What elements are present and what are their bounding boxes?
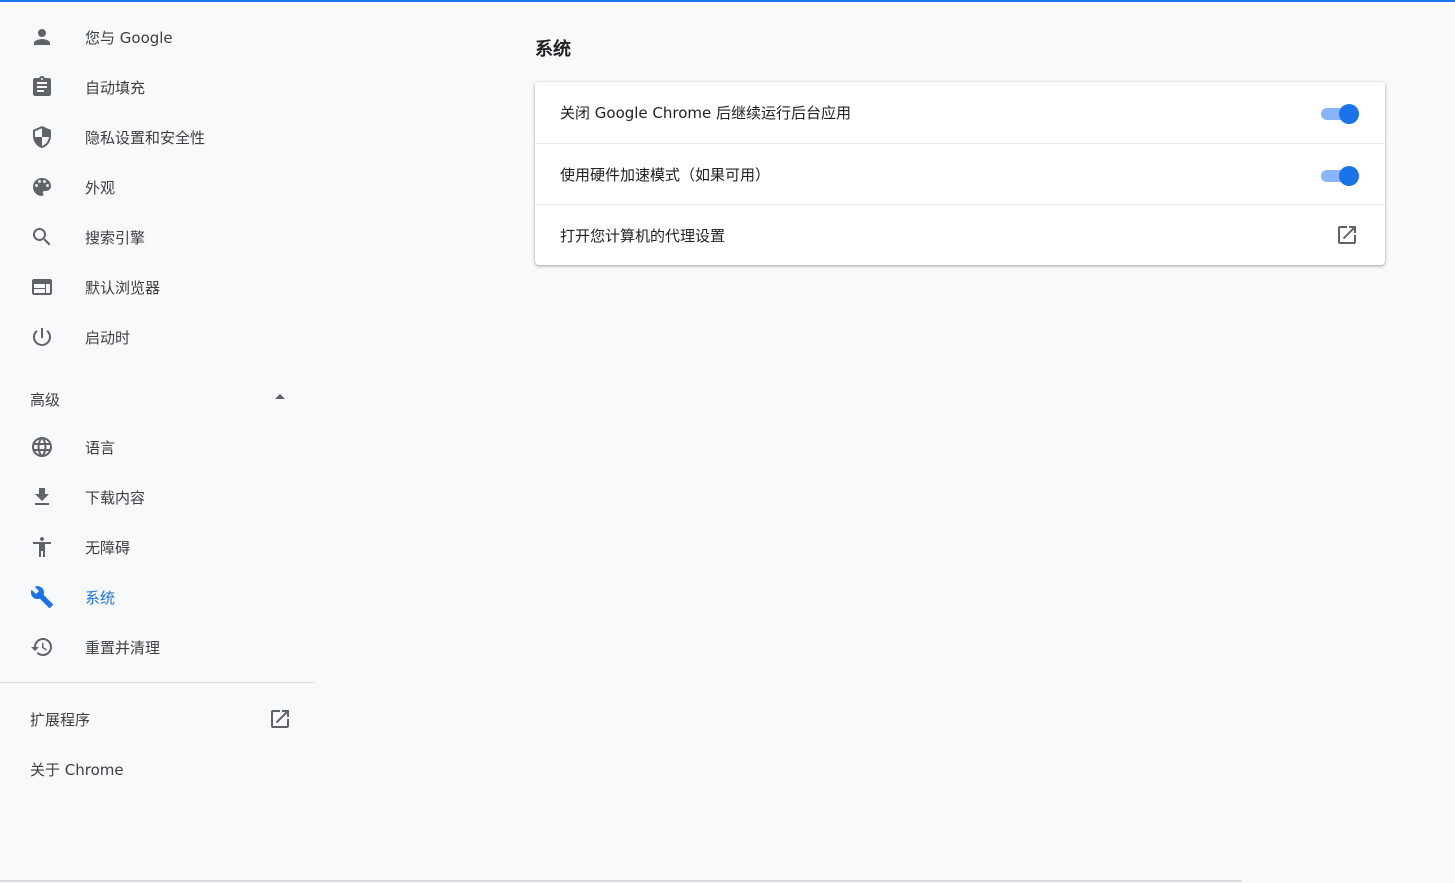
settings-sidebar: 您与 Google 自动填充 隐私设置和安全性 外观 搜索引擎 默认浏览器 启动… bbox=[0, 12, 314, 794]
browser-icon bbox=[30, 275, 54, 299]
palette-icon bbox=[30, 175, 54, 199]
setting-row-proxy-settings[interactable]: 打开您计算机的代理设置 bbox=[535, 204, 1385, 265]
sidebar-item-label: 启动时 bbox=[85, 328, 131, 347]
sidebar-item-search-engine[interactable]: 搜索引擎 bbox=[0, 212, 314, 262]
hardware-acceleration-toggle[interactable] bbox=[1321, 165, 1359, 186]
sidebar-item-label: 外观 bbox=[85, 178, 116, 197]
setting-label: 使用硬件加速模式（如果可用） bbox=[560, 166, 771, 184]
sidebar-item-label: 扩展程序 bbox=[30, 711, 91, 729]
sidebar-item-label: 默认浏览器 bbox=[85, 278, 161, 297]
sidebar-item-label: 您与 Google bbox=[85, 28, 173, 47]
sidebar-item-default-browser[interactable]: 默认浏览器 bbox=[0, 262, 314, 312]
sidebar-item-privacy[interactable]: 隐私设置和安全性 bbox=[0, 112, 314, 162]
sidebar-item-label: 关于 Chrome bbox=[30, 761, 124, 779]
accessibility-icon bbox=[30, 535, 54, 559]
sidebar-item-reset[interactable]: 重置并清理 bbox=[0, 622, 314, 672]
caret-up-icon bbox=[275, 394, 285, 399]
sidebar-item-extensions[interactable]: 扩展程序 bbox=[0, 694, 314, 744]
power-icon bbox=[30, 325, 54, 349]
open-in-new-icon[interactable] bbox=[1335, 223, 1359, 247]
sidebar-item-autofill[interactable]: 自动填充 bbox=[0, 62, 314, 112]
sidebar-item-downloads[interactable]: 下载内容 bbox=[0, 472, 314, 522]
setting-label: 打开您计算机的代理设置 bbox=[560, 227, 726, 245]
sidebar-item-label: 无障碍 bbox=[85, 538, 131, 557]
sidebar-item-you-and-google[interactable]: 您与 Google bbox=[0, 12, 314, 62]
toggle-knob bbox=[1339, 166, 1359, 186]
person-icon bbox=[30, 25, 54, 49]
system-settings-card: 关闭 Google Chrome 后继续运行后台应用 使用硬件加速模式（如果可用… bbox=[535, 82, 1385, 265]
sidebar-item-label: 重置并清理 bbox=[85, 638, 161, 657]
sidebar-item-label: 系统 bbox=[85, 588, 116, 607]
shield-icon bbox=[30, 125, 54, 149]
toggle-knob bbox=[1339, 104, 1359, 124]
advanced-section-label: 高级 bbox=[30, 391, 61, 409]
page-title: 系统 bbox=[535, 39, 571, 60]
sidebar-item-label: 自动填充 bbox=[85, 78, 146, 97]
sidebar-divider bbox=[0, 682, 314, 683]
clipboard-icon bbox=[30, 75, 54, 99]
search-icon bbox=[30, 225, 54, 249]
horizontal-scrollbar[interactable] bbox=[0, 880, 1242, 882]
sidebar-item-on-startup[interactable]: 启动时 bbox=[0, 312, 314, 362]
sidebar-item-label: 语言 bbox=[85, 438, 116, 457]
sidebar-item-label: 下载内容 bbox=[85, 488, 146, 507]
restore-icon bbox=[30, 635, 54, 659]
sidebar-item-label: 搜索引擎 bbox=[85, 228, 146, 247]
sidebar-item-appearance[interactable]: 外观 bbox=[0, 162, 314, 212]
sidebar-item-about-chrome[interactable]: 关于 Chrome bbox=[0, 744, 314, 794]
background-apps-toggle[interactable] bbox=[1321, 103, 1359, 124]
sidebar-item-languages[interactable]: 语言 bbox=[0, 422, 314, 472]
top-progress-line bbox=[0, 0, 1455, 2]
settings-main: 系统 关闭 Google Chrome 后继续运行后台应用 使用硬件加速模式（如… bbox=[535, 38, 1385, 265]
sidebar-item-label: 隐私设置和安全性 bbox=[85, 128, 206, 147]
sidebar-item-accessibility[interactable]: 无障碍 bbox=[0, 522, 314, 572]
wrench-icon bbox=[30, 585, 54, 609]
setting-label: 关闭 Google Chrome 后继续运行后台应用 bbox=[560, 104, 852, 122]
setting-row-hardware-acceleration[interactable]: 使用硬件加速模式（如果可用） bbox=[535, 143, 1385, 204]
advanced-section-toggle[interactable]: 高级 bbox=[0, 362, 314, 422]
open-in-new-icon bbox=[268, 707, 292, 731]
setting-row-background-apps[interactable]: 关闭 Google Chrome 后继续运行后台应用 bbox=[535, 82, 1385, 143]
sidebar-item-system[interactable]: 系统 bbox=[0, 572, 314, 622]
download-icon bbox=[30, 485, 54, 509]
globe-icon bbox=[30, 435, 54, 459]
